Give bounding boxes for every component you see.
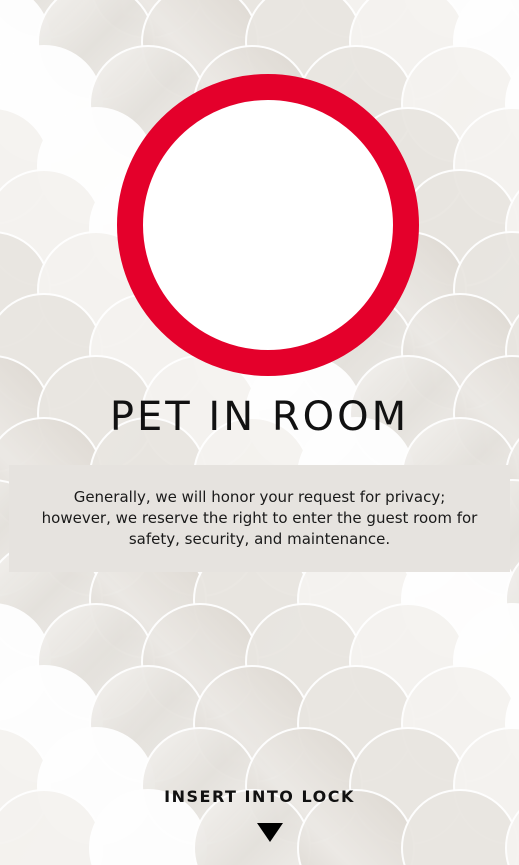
sign-title: PET IN ROOM xyxy=(109,394,410,440)
triangle-down-icon xyxy=(257,823,283,842)
door-hanger-card: PET IN ROOM Generally, we will honor you… xyxy=(0,0,519,865)
red-circle-emblem xyxy=(117,74,419,376)
privacy-notice-band: Generally, we will honor your request fo… xyxy=(9,465,510,572)
insert-into-lock-label: INSERT INTO LOCK xyxy=(164,787,355,806)
privacy-notice-text: Generally, we will honor your request fo… xyxy=(41,488,478,548)
